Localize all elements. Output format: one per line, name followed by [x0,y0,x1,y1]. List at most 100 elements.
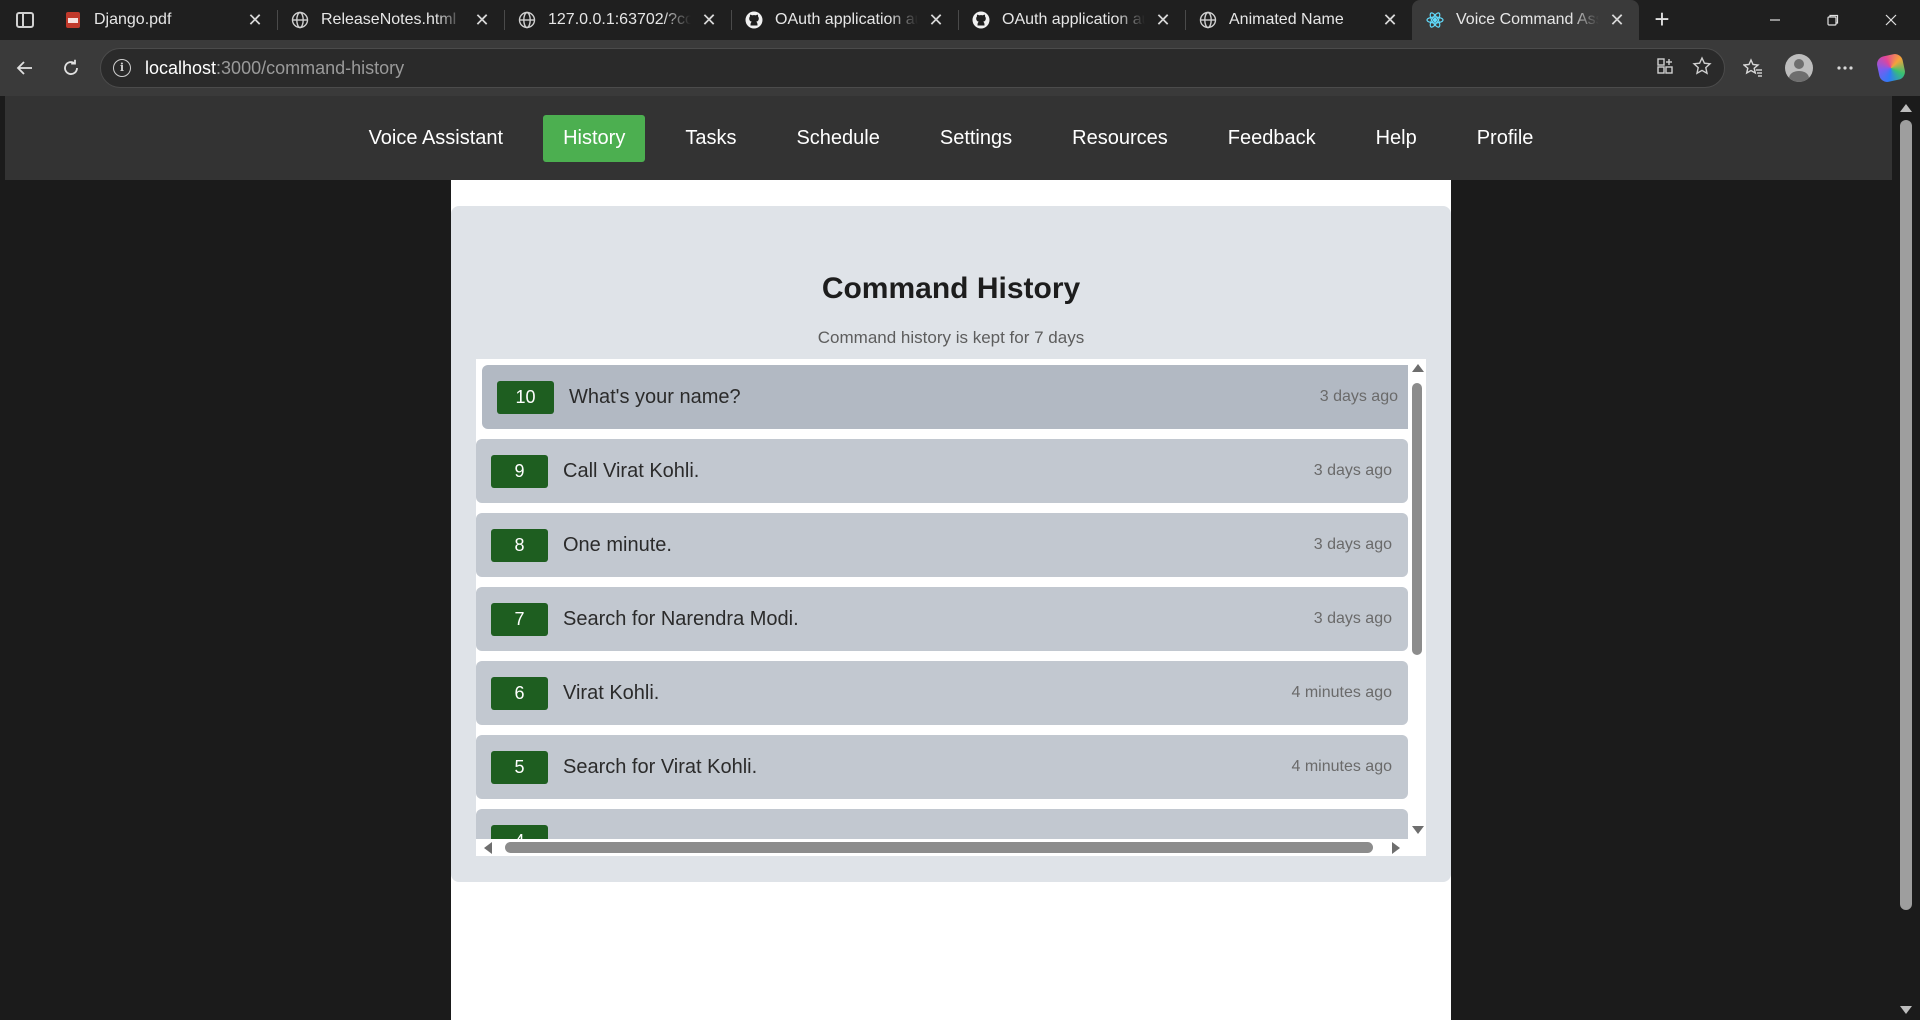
restore-icon[interactable] [1804,0,1862,40]
more-options-icon[interactable] [1824,47,1866,89]
command-number-badge: 5 [491,750,548,784]
history-item[interactable]: 4 [476,809,1408,839]
new-tab-icon[interactable]: + [1639,0,1685,40]
tab-oauth-2[interactable]: OAuth application auth ✕ [958,0,1185,40]
profile-avatar[interactable] [1778,47,1820,89]
page-scroll-down-icon[interactable] [1900,1006,1912,1014]
app-navbar: Voice Assistant History Tasks Schedule S… [5,96,1897,180]
tab-title: OAuth application auth [1002,11,1145,28]
command-history-card: Command History Command history is kept … [451,206,1451,882]
history-item[interactable]: 8 One minute. 3 days ago [476,513,1408,577]
minimize-icon[interactable] [1746,0,1804,40]
url-text[interactable]: localhost:3000/command-history [145,58,404,79]
close-icon[interactable]: ✕ [926,10,946,30]
command-text: Call Virat Kohli. [563,459,700,482]
window-controls [1746,0,1920,40]
nav-profile[interactable]: Profile [1457,115,1554,162]
command-timestamp: 3 days ago [1319,388,1398,405]
nav-tasks[interactable]: Tasks [665,115,756,162]
tab-animated-name[interactable]: Animated Name ✕ [1185,0,1412,40]
sidebar-toggle-icon[interactable] [0,0,50,40]
history-item[interactable]: 10 What's your name? 3 days ago [482,365,1408,429]
tab-title: OAuth application auth [775,11,918,28]
react-icon [1426,11,1444,29]
close-window-icon[interactable] [1862,0,1920,40]
nav-settings[interactable]: Settings [920,115,1032,162]
command-number-badge: 7 [491,602,548,636]
close-icon[interactable]: ✕ [1607,10,1627,30]
content-column: Command History Command history is kept … [451,180,1451,1020]
history-retention-note: Command history is kept for 7 days [817,328,1085,347]
scroll-down-icon[interactable] [1412,826,1424,834]
tab-django-pdf[interactable]: Django.pdf ✕ [50,0,277,40]
favorites-icon[interactable] [1732,47,1774,89]
page-viewport: Voice Assistant History Tasks Schedule S… [5,96,1897,1020]
close-icon[interactable]: ✕ [1380,10,1400,30]
page-scroll-thumb[interactable] [1900,120,1912,910]
vertical-scroll-thumb[interactable] [1412,383,1422,655]
scroll-right-icon[interactable] [1392,842,1400,854]
tab-title: Voice Command Assist [1456,11,1599,28]
tab-title: 127.0.0.1:63702/?code [548,11,691,28]
nav-feedback[interactable]: Feedback [1208,115,1336,162]
page-scrollbar[interactable] [1892,96,1920,1020]
browser-toolbar: i localhost:3000/command-history [0,40,1920,96]
scroll-left-icon[interactable] [484,842,492,854]
app-install-icon[interactable] [1656,57,1674,80]
globe-icon [1199,11,1217,29]
github-icon [745,11,763,29]
globe-icon [291,11,309,29]
history-item[interactable]: 7 Search for Narendra Modi. 3 days ago [476,587,1408,651]
close-icon[interactable]: ✕ [245,10,265,30]
command-timestamp: 4 minutes ago [1291,758,1392,775]
nav-help[interactable]: Help [1356,115,1437,162]
nav-schedule[interactable]: Schedule [776,115,899,162]
command-text: What's your name? [569,385,741,408]
horizontal-scroll-thumb[interactable] [505,842,1373,853]
tab-localhost-code[interactable]: 127.0.0.1:63702/?code ✕ [504,0,731,40]
globe-icon [518,11,536,29]
close-icon[interactable]: ✕ [1153,10,1173,30]
nav-resources[interactable]: Resources [1052,115,1188,162]
nav-voice-assistant[interactable]: Voice Assistant [349,115,524,162]
pdf-icon [64,11,82,29]
command-number-badge: 4 [491,824,548,839]
history-item[interactable]: 6 Virat Kohli. 4 minutes ago [476,661,1408,725]
tab-release-notes[interactable]: ReleaseNotes.html ✕ [277,0,504,40]
page-title: Command History [821,272,1081,305]
command-number-badge: 6 [491,676,548,710]
tab-strip: Django.pdf ✕ ReleaseNotes.html ✕ 127.0.0… [0,0,1920,40]
nav-history[interactable]: History [543,114,646,162]
tab-voice-command[interactable]: Voice Command Assist ✕ [1412,0,1639,40]
history-item[interactable]: 5 Search for Virat Kohli. 4 minutes ago [476,735,1408,799]
tab-oauth-1[interactable]: OAuth application auth ✕ [731,0,958,40]
vertical-scrollbar[interactable] [1408,359,1426,839]
close-icon[interactable]: ✕ [472,10,492,30]
avatar [1785,54,1813,82]
tab-title: Animated Name [1229,11,1344,28]
history-item[interactable]: 9 Call Virat Kohli. 3 days ago [476,439,1408,503]
command-timestamp: 3 days ago [1313,462,1392,479]
horizontal-scrollbar[interactable] [476,839,1408,856]
command-text: Search for Virat Kohli. [563,755,758,778]
reload-icon[interactable] [48,48,94,88]
tab-title: Django.pdf [94,11,172,28]
command-timestamp: 3 days ago [1313,536,1392,553]
command-timestamp: 3 days ago [1313,610,1392,627]
favorite-star-icon[interactable] [1692,55,1712,81]
back-icon[interactable] [2,48,48,88]
command-text: Search for Narendra Modi. [563,607,799,630]
url-path: :3000/command-history [216,57,405,78]
close-icon[interactable]: ✕ [699,10,719,30]
address-bar[interactable]: i localhost:3000/command-history [100,48,1725,88]
github-icon [972,11,990,29]
scroll-up-icon[interactable] [1412,364,1424,372]
command-text: One minute. [563,533,672,556]
copilot-icon[interactable] [1870,47,1912,89]
command-timestamp: 4 minutes ago [1291,684,1392,701]
command-number-badge: 8 [491,528,548,562]
page-scroll-up-icon[interactable] [1900,104,1912,112]
history-list-scroll-area[interactable]: 10 What's your name? 3 days ago 9 Call V… [476,359,1426,856]
site-info-icon[interactable]: i [113,59,131,77]
history-list: 10 What's your name? 3 days ago 9 Call V… [476,359,1408,839]
